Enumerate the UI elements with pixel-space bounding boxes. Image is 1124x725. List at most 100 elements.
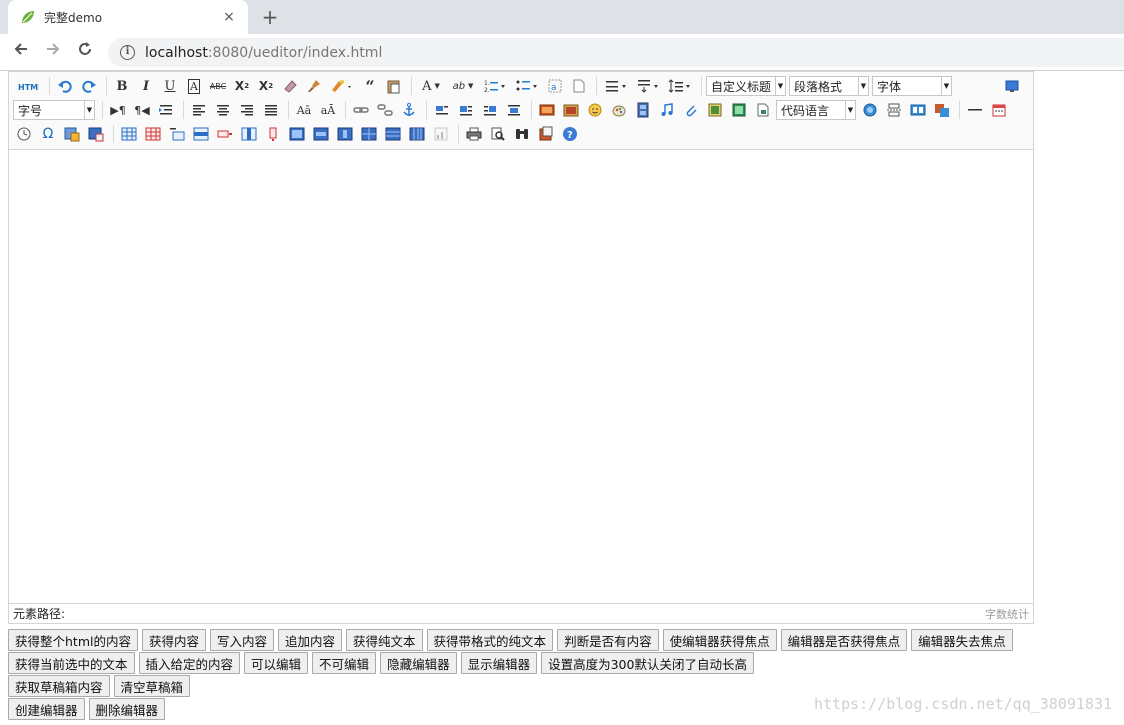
delete-row-icon[interactable] [214,124,236,144]
insert-code-icon[interactable] [728,100,750,120]
superscript-icon[interactable]: X2 [231,76,253,96]
unordered-list-icon[interactable] [512,76,542,96]
demo-button[interactable]: 写入内容 [210,629,275,651]
new-tab-button[interactable]: + [258,4,282,30]
emotion-icon[interactable] [584,100,606,120]
demo-button[interactable]: 获得带格式的纯文本 [426,629,554,651]
image-none-icon[interactable] [431,100,453,120]
word-image-icon[interactable] [61,124,83,144]
split-to-cells-icon[interactable] [358,124,380,144]
demo-button[interactable]: 获得内容 [141,629,206,651]
clear-doc-icon[interactable] [568,76,590,96]
merge-right-icon[interactable] [310,124,332,144]
close-icon[interactable]: × [220,9,238,25]
demo-button[interactable]: 使编辑器获得焦点 [662,629,777,651]
info-icon[interactable]: i [120,45,135,60]
page-break-icon[interactable] [752,100,774,120]
subscript-icon[interactable]: X2 [255,76,277,96]
code-language-select[interactable]: 代码语言 ▼ [776,100,856,120]
underline-icon[interactable]: U [159,76,181,96]
help-icon[interactable]: ? [559,124,581,144]
split-to-cols-icon[interactable] [406,124,428,144]
browser-tab[interactable]: 完整demo × [8,0,248,34]
eraser-icon[interactable] [279,76,301,96]
demo-button[interactable]: 可以编辑 [244,652,309,674]
insert-paragraph-before-table-icon[interactable] [166,124,188,144]
demo-button[interactable]: 获得整个html的内容 [8,629,138,651]
special-chars-icon[interactable]: Ω [37,124,59,144]
paragraph-select[interactable]: 段落格式 ▼ [789,76,869,96]
link-icon[interactable] [350,100,372,120]
italic-icon[interactable]: I [135,76,157,96]
font-family-select[interactable]: 字体 ▼ [872,76,952,96]
address-bar[interactable]: i localhost:8080/ueditor/index.html [108,38,1124,67]
print-icon[interactable] [463,124,485,144]
background-color-icon[interactable]: ab ▼ [448,76,478,96]
align-right-icon[interactable] [236,100,258,120]
autotypeset-icon[interactable] [327,76,357,96]
chart-icon[interactable] [430,124,452,144]
demo-button[interactable]: 删除编辑器 [88,698,166,720]
to-uppercase-icon[interactable]: Aā [293,100,315,120]
simple-upload-icon[interactable] [536,100,558,120]
unlink-icon[interactable] [374,100,396,120]
undo-icon[interactable] [54,76,76,96]
redo-icon[interactable] [78,76,100,96]
merge-cells-icon[interactable] [286,124,308,144]
anchor-icon[interactable] [398,100,420,120]
row-spacing-top-icon[interactable] [601,76,631,96]
insert-col-icon[interactable] [238,124,260,144]
date-icon[interactable] [988,100,1010,120]
image-left-icon[interactable] [455,100,477,120]
ordered-list-icon[interactable]: 1. 2. [480,76,510,96]
demo-button[interactable]: 获得纯文本 [346,629,423,651]
font-size-select[interactable]: 字号 ▼ [13,100,95,120]
format-brush-icon[interactable] [303,76,325,96]
scrawl-icon[interactable] [608,100,630,120]
image-right-icon[interactable] [479,100,501,120]
search-replace-icon[interactable] [85,124,107,144]
image-center-icon[interactable] [503,100,525,120]
row-spacing-bottom-icon[interactable] [633,76,663,96]
demo-button[interactable]: 不可编辑 [312,652,377,674]
delete-table-icon[interactable] [142,124,164,144]
drafts-icon[interactable] [535,124,557,144]
strikethrough-icon[interactable]: ABC [207,76,229,96]
insert-image-icon[interactable] [560,100,582,120]
demo-button[interactable]: 插入给定的内容 [138,652,241,674]
template-icon[interactable] [907,100,929,120]
demo-button[interactable]: 编辑器是否获得焦点 [780,629,908,651]
insert-video-icon[interactable] [632,100,654,120]
custom-style-select[interactable]: 自定义标题 ▼ [706,76,786,96]
align-left-icon[interactable] [188,100,210,120]
direction-ltr-icon[interactable]: ▶¶ [107,100,129,120]
to-lowercase-icon[interactable]: aĀ [317,100,339,120]
preview-icon[interactable] [487,124,509,144]
insert-table-icon[interactable] [118,124,140,144]
paste-plain-icon[interactable] [383,76,405,96]
demo-button[interactable]: 获取草稿箱内容 [8,675,110,697]
time-icon[interactable] [13,124,35,144]
align-center-icon[interactable] [212,100,234,120]
reload-icon[interactable] [72,40,98,66]
demo-button[interactable]: 显示编辑器 [460,652,538,674]
line-height-icon[interactable] [665,76,695,96]
background-icon[interactable] [931,100,953,120]
demo-button[interactable]: 隐藏编辑器 [380,652,457,674]
demo-button[interactable]: 获得当前选中的文本 [8,652,135,674]
font-color-icon[interactable]: A ▼ [416,76,446,96]
horizontal-rule-icon[interactable] [964,100,986,120]
demo-button[interactable]: 创建编辑器 [8,698,85,720]
font-border-icon[interactable]: A [183,76,205,96]
demo-button[interactable]: 判断是否有内容 [557,629,659,651]
forward-arrow-icon[interactable] [40,40,66,66]
insert-row-icon[interactable] [190,124,212,144]
demo-button[interactable]: 追加内容 [278,629,343,651]
fullscreen-icon[interactable] [1001,76,1023,96]
music-icon[interactable] [656,100,678,120]
source-html-icon[interactable]: HTML [13,76,43,96]
binoculars-icon[interactable] [511,124,533,144]
select-all-icon[interactable]: a [544,76,566,96]
page-break-line-icon[interactable] [883,100,905,120]
editor-content-area[interactable] [9,150,1033,603]
